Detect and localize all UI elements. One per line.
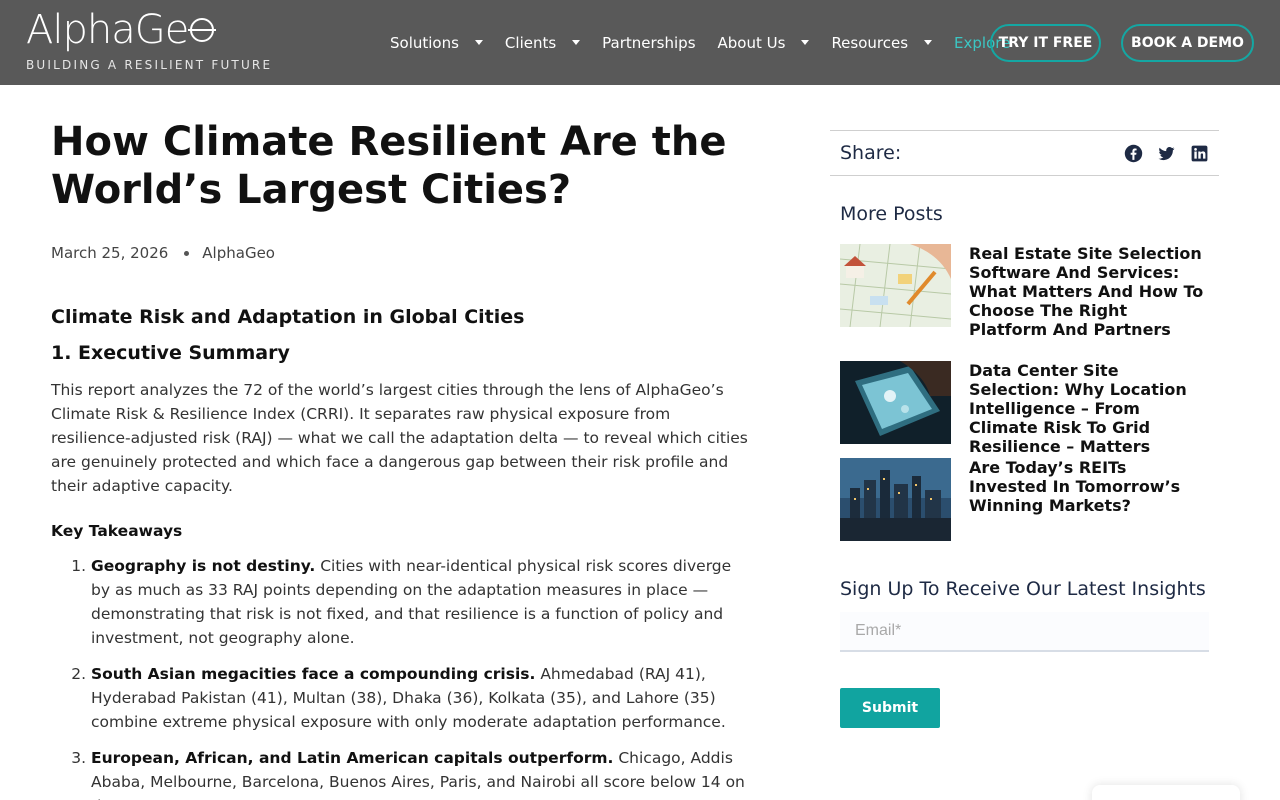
takeaways-list: Geography is not destiny. Cities with ne… [51,554,751,800]
nav-label: Resources [831,33,909,52]
article-title: How Climate Resilient Are the World’s La… [51,119,727,213]
logo[interactable]: AlphaGe BUILDING A RESILIENT FUTURE [26,7,273,72]
article: How Climate Resilient Are the World’s La… [51,118,751,800]
takeaway-bold: European, African, and Latin American ca… [91,749,614,767]
post-card[interactable]: Are Today’s REITs Invested In Tomorrow’s… [840,458,1210,541]
twitter-icon[interactable] [1157,144,1176,163]
facebook-icon[interactable] [1124,144,1143,163]
intro-paragraph: This report analyzes the 72 of the world… [51,381,748,495]
signup-heading: Sign Up To Receive Our Latest Insights [840,578,1206,600]
list-item: Geography is not destiny. Cities with ne… [91,554,751,650]
book-demo-button[interactable]: BOOK A DEMO [1121,24,1254,62]
post-thumbnail[interactable] [840,244,951,327]
caret-down-icon [801,40,810,45]
post-title[interactable]: Are Today’s REITs Invested In Tomorrow’s… [969,458,1210,541]
section-heading: Climate Risk and Adaptation in Global Ci… [51,306,525,328]
nav-label: Clients [504,33,557,52]
share-label: Share: [840,142,902,164]
share-icons [1124,144,1209,163]
post-card[interactable]: Real Estate Site Selection Software And … [840,244,1210,339]
post-card[interactable]: Data Center Site Selection: Why Location… [840,361,1210,456]
more-posts-heading: More Posts [840,203,943,225]
caret-down-icon [924,40,933,45]
takeaway-bold: Geography is not destiny. [91,557,316,575]
site-header: AlphaGe BUILDING A RESILIENT FUTURE Solu… [0,0,1280,85]
nav-clients[interactable]: Clients [504,33,581,52]
separator-dot [184,250,190,256]
share-bar: Share: [830,130,1219,176]
post-title[interactable]: Real Estate Site Selection Software And … [969,244,1210,339]
list-item: European, African, and Latin American ca… [91,746,751,800]
post-thumbnail[interactable] [840,458,951,541]
key-takeaways-heading: Key Takeaways [51,522,183,540]
publish-date: March 25, 2026 [51,244,169,262]
nav-label: Solutions [390,33,459,52]
email-field[interactable] [840,612,1209,652]
nav-solutions[interactable]: Solutions [390,34,483,52]
takeaway-bold: South Asian megacities face a compoundin… [91,665,536,683]
nav-partnerships[interactable]: Partnerships [602,34,695,52]
caret-down-icon [474,40,483,45]
logo-text: AlphaGe [26,7,189,53]
post-thumbnail[interactable] [840,361,951,444]
executive-summary-heading: 1. Executive Summary [51,342,290,364]
nav-resources[interactable]: Resources [831,33,933,52]
main-nav: Solutions Clients Partnerships About Us … [390,0,1032,85]
nav-about-us[interactable]: About Us [718,34,810,52]
list-item: South Asian megacities face a compoundin… [91,662,751,734]
globe-icon [188,18,217,42]
post-title[interactable]: Data Center Site Selection: Why Location… [969,361,1210,456]
nav-label: About Us [717,33,786,52]
nav-label: Partnerships [602,33,696,52]
author-link[interactable]: AlphaGeo [202,244,275,262]
article-meta: March 25, 2026 AlphaGeo [51,244,751,262]
caret-down-icon [572,40,581,45]
floating-widget[interactable] [1092,785,1240,800]
try-free-button[interactable]: TRY IT FREE [990,24,1101,62]
logo-tagline: BUILDING A RESILIENT FUTURE [26,58,273,72]
linkedin-icon[interactable] [1190,144,1209,163]
submit-button[interactable]: Submit [840,688,940,728]
